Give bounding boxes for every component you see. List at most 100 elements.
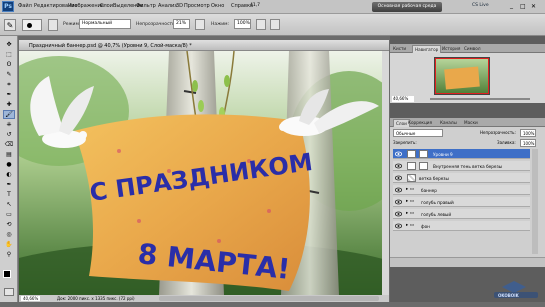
- tab-nav-1[interactable]: Навигатор: [412, 45, 442, 53]
- blend-mode-select[interactable]: Обычные: [393, 129, 443, 137]
- marquee-tool-icon[interactable]: ⬚: [3, 50, 15, 59]
- layer-thumbnail: [407, 174, 416, 182]
- dodge-tool-icon[interactable]: ◐: [3, 170, 15, 179]
- tablet-opacity-icon[interactable]: [195, 19, 205, 30]
- pen-tool-icon[interactable]: ✒: [3, 180, 15, 189]
- layer-row[interactable]: ветка березы: [393, 173, 530, 183]
- folder-icon[interactable]: ▸ ▭: [406, 187, 414, 192]
- tab-nav-0[interactable]: Кисти: [393, 46, 406, 51]
- path-select-tool-icon[interactable]: ↖: [3, 200, 15, 209]
- menu-item[interactable]: Окно: [211, 3, 224, 9]
- layer-row[interactable]: ▸ ▭ голубь левый: [393, 209, 530, 219]
- tab-nav-3[interactable]: Символ: [464, 46, 481, 51]
- layer-row[interactable]: Внутренняя тень ветка березы: [393, 161, 530, 171]
- tab-layers-3[interactable]: Маски: [464, 120, 478, 125]
- zoom-tool-icon[interactable]: ⚲: [3, 250, 15, 259]
- minimize-icon[interactable]: _: [510, 3, 518, 11]
- blur-tool-icon[interactable]: ●: [3, 160, 15, 169]
- quick-select-tool-icon[interactable]: ✎: [3, 70, 15, 79]
- layer-row[interactable]: ▸ ▭ фон: [393, 221, 530, 231]
- layer-opacity-label: Непрозрачность:: [480, 130, 516, 135]
- tab-layers-2[interactable]: Каналы: [440, 120, 457, 125]
- folder-icon[interactable]: ▸ ▭: [406, 211, 414, 216]
- clone-stamp-tool-icon[interactable]: ⎈: [3, 120, 15, 129]
- tab-layers-1[interactable]: Коррекция: [408, 120, 432, 125]
- tab-nav-2[interactable]: История: [442, 46, 460, 51]
- opacity-field[interactable]: 21%: [173, 19, 190, 29]
- canvas-image: С ПРАЗДНИКОМ 8 МАРТА!: [19, 51, 382, 295]
- 3d-camera-tool-icon[interactable]: ◎: [3, 230, 15, 239]
- layer-row[interactable]: Уровни 9: [393, 149, 530, 159]
- layer-thumbnail: [407, 150, 416, 158]
- layer-name: фон: [421, 223, 430, 229]
- watermark: OKOBOIK: [482, 279, 542, 299]
- navigator-zoom[interactable]: 40,66%: [392, 96, 414, 102]
- navigator-tabs: Кисти Навигатор История Символ: [390, 44, 545, 53]
- brush-tool-icon[interactable]: ✎: [4, 19, 16, 31]
- horizontal-scrollbar[interactable]: [159, 296, 379, 301]
- eyedropper-tool-icon[interactable]: ✒: [3, 90, 15, 99]
- layer-name: ветка березы: [419, 175, 449, 181]
- press-label: Нажим:: [211, 22, 230, 27]
- crop-tool-icon[interactable]: ⌗: [3, 80, 15, 89]
- healing-tool-icon[interactable]: ✚: [3, 100, 15, 109]
- fill-field[interactable]: 100%: [520, 139, 536, 147]
- foreground-color-swatch[interactable]: [3, 270, 11, 278]
- workspace-button[interactable]: Основная рабочая среда: [372, 2, 442, 12]
- status-zoom[interactable]: 40,66%: [21, 296, 41, 301]
- lock-label: Закрепить:: [393, 140, 417, 145]
- menu-item[interactable]: Просмотр: [184, 3, 210, 9]
- eye-icon[interactable]: [394, 223, 403, 229]
- brush-preset-icon[interactable]: [22, 19, 42, 31]
- close-icon[interactable]: ✕: [531, 3, 539, 11]
- eye-icon[interactable]: [394, 187, 403, 193]
- menu-item[interactable]: 3D: [176, 3, 183, 9]
- eye-icon[interactable]: [394, 211, 403, 217]
- gradient-tool-icon[interactable]: ▤: [3, 150, 15, 159]
- layers-vscroll[interactable]: [532, 149, 538, 254]
- layer-mask-thumbnail: [419, 162, 428, 170]
- vertical-scrollbar[interactable]: [382, 51, 389, 295]
- airbrush-icon[interactable]: [256, 19, 266, 30]
- eraser-tool-icon[interactable]: ⌫: [3, 140, 15, 149]
- layer-name: голубь левый: [421, 211, 452, 217]
- history-brush-tool-icon[interactable]: ↺: [3, 130, 15, 139]
- navigator-view-box[interactable]: [435, 58, 489, 94]
- brush-panel-icon[interactable]: [48, 19, 58, 31]
- navigator-thumbnail[interactable]: [434, 57, 490, 95]
- menu-item[interactable]: Фильтр: [136, 3, 156, 9]
- cs-live-button[interactable]: CS Live: [464, 3, 499, 12]
- menu-item[interactable]: Анализ: [158, 3, 177, 9]
- folder-icon[interactable]: ▸ ▭: [406, 199, 414, 204]
- layer-row[interactable]: ▸ ▭ баннер: [393, 185, 530, 195]
- layer-opacity-field[interactable]: 100%: [520, 129, 536, 137]
- layer-row[interactable]: ▸ ▭ голубь правый: [393, 197, 530, 207]
- zoom-readout[interactable]: 41,7: [250, 2, 272, 11]
- layer-mask-thumbnail: [419, 150, 428, 158]
- menu-item[interactable]: Файл: [18, 3, 32, 9]
- eye-icon[interactable]: [394, 175, 403, 181]
- eye-icon[interactable]: [394, 163, 403, 169]
- lasso-tool-icon[interactable]: ʘ: [3, 60, 15, 69]
- mode-select[interactable]: Нормальный: [79, 19, 131, 29]
- menu-item[interactable]: Изображение: [68, 3, 104, 9]
- press-field[interactable]: 100%: [234, 19, 251, 29]
- brush-tool-icon[interactable]: 🖌: [3, 110, 15, 119]
- status-doc-info: Док: 2000 пикс. x 1335 пикс. (72 ppi): [57, 296, 135, 301]
- maximize-icon[interactable]: □: [520, 3, 528, 11]
- document-tab[interactable]: Праздничный баннер.psd @ 40,7% (Уровни 9…: [19, 40, 389, 51]
- canvas[interactable]: С ПРАЗДНИКОМ 8 МАРТА!: [19, 51, 382, 295]
- type-tool-icon[interactable]: T: [3, 190, 15, 199]
- move-tool-icon[interactable]: ✥: [3, 40, 15, 49]
- menu-item[interactable]: Слои: [100, 3, 113, 9]
- eye-icon[interactable]: [394, 151, 403, 157]
- quick-mask-icon[interactable]: [4, 288, 14, 296]
- folder-icon[interactable]: ▸ ▭: [406, 223, 414, 228]
- tablet-size-icon[interactable]: [270, 19, 280, 30]
- shape-tool-icon[interactable]: ▭: [3, 210, 15, 219]
- 3d-rotate-tool-icon[interactable]: ⟲: [3, 220, 15, 229]
- zoom-slider[interactable]: [430, 98, 530, 100]
- layer-name: Уровни 9: [433, 151, 453, 157]
- eye-icon[interactable]: [394, 199, 403, 205]
- hand-tool-icon[interactable]: ✋: [3, 240, 15, 249]
